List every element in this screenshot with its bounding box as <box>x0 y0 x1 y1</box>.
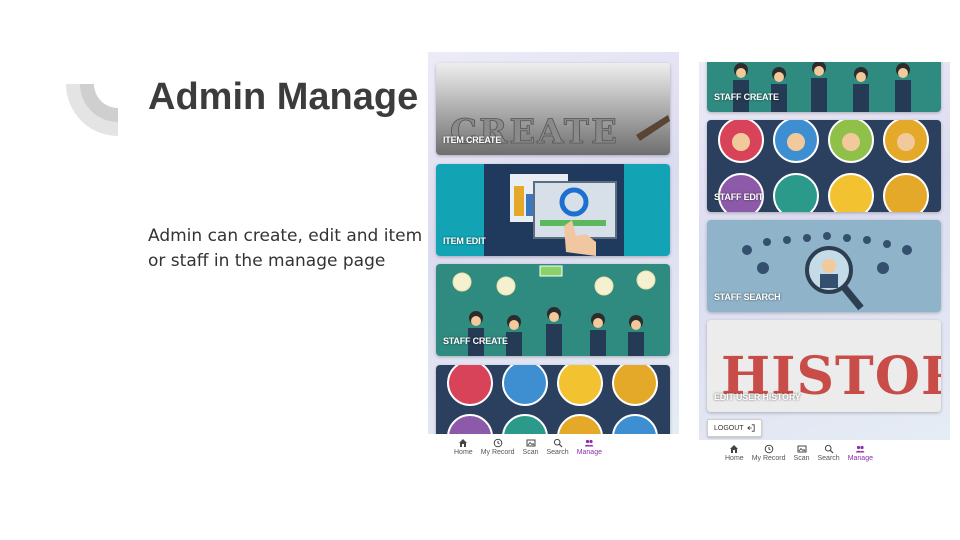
people-icon <box>585 439 594 447</box>
logout-icon <box>746 424 755 432</box>
nav-label: Manage <box>576 449 602 456</box>
nav-label: Scan <box>793 455 810 462</box>
history-icon <box>764 444 773 454</box>
nav-my-record[interactable]: My Record <box>481 434 515 456</box>
nav-label: Manage <box>847 455 873 462</box>
bottom-nav: Home My Record Scan Search Manage <box>699 440 950 467</box>
home-icon <box>459 439 468 447</box>
slide-title: Admin Manage <box>148 76 419 118</box>
slide-body: Admin can create, edit and item or staff… <box>148 224 448 274</box>
card-label: ITEM CREATE <box>443 135 502 145</box>
nav-search[interactable]: Search <box>547 434 569 456</box>
edit-user-history-card[interactable]: HISTORY EDIT USER HISTORY <box>707 320 941 412</box>
item-edit-card[interactable]: ITEM EDIT <box>436 164 670 256</box>
slide-body-line: or staff in the manage page <box>148 251 386 271</box>
card-label: STAFF SEARCH <box>714 292 781 302</box>
home-icon <box>730 445 739 453</box>
slide-body-line: Admin can create, edit and item <box>148 226 423 246</box>
nav-label: Scan <box>522 449 539 456</box>
nav-home[interactable]: Home <box>725 440 744 462</box>
staff-create-artwork <box>707 62 941 112</box>
search-icon <box>553 438 563 448</box>
nav-label: Home <box>454 449 473 456</box>
staff-create-card[interactable]: STAFF CREATE <box>707 62 941 112</box>
staff-create-card[interactable]: STAFF CREATE <box>436 264 670 356</box>
nav-label: Search <box>546 449 569 456</box>
logout-button[interactable]: LOGOUT <box>707 419 762 437</box>
card-label: STAFF EDIT <box>714 192 764 202</box>
card-label: ITEM EDIT <box>443 236 486 246</box>
staff-edit-card[interactable]: STAFF EDIT <box>707 120 941 212</box>
nav-label: Search <box>817 455 840 462</box>
phone-screenshot-left: CREATE ITEM CREATE ITEM EDIT STAFF CREAT… <box>428 52 679 464</box>
item-create-card[interactable]: CREATE ITEM CREATE <box>436 63 670 155</box>
nav-home[interactable]: Home <box>454 434 473 456</box>
scan-icon <box>797 445 807 453</box>
nav-scan[interactable]: Scan <box>523 434 539 456</box>
card-label: EDIT USER HISTORY <box>714 392 801 402</box>
nav-my-record[interactable]: My Record <box>752 440 786 462</box>
nav-manage[interactable]: Manage <box>848 440 873 462</box>
card-label: STAFF CREATE <box>443 336 508 346</box>
logout-label: LOGOUT <box>714 424 744 432</box>
people-icon <box>856 445 865 453</box>
history-icon <box>493 438 502 448</box>
card-label: STAFF CREATE <box>714 92 779 102</box>
nav-label: My Record <box>751 455 786 462</box>
search-icon <box>824 444 834 454</box>
phone-screenshot-right: STAFF CREATE STAFF EDIT STAFF SEARCH HIS… <box>699 62 950 467</box>
bottom-nav: Home My Record Scan Search Manage <box>428 434 679 464</box>
nav-label: My Record <box>480 449 515 456</box>
decorative-arc <box>66 84 118 136</box>
nav-scan[interactable]: Scan <box>794 440 810 462</box>
nav-label: Home <box>725 455 744 462</box>
scan-icon <box>526 439 536 447</box>
nav-manage[interactable]: Manage <box>577 434 602 456</box>
nav-search[interactable]: Search <box>818 440 840 462</box>
create-art-text: CREATE <box>450 112 619 152</box>
staff-search-card[interactable]: STAFF SEARCH <box>707 220 941 312</box>
